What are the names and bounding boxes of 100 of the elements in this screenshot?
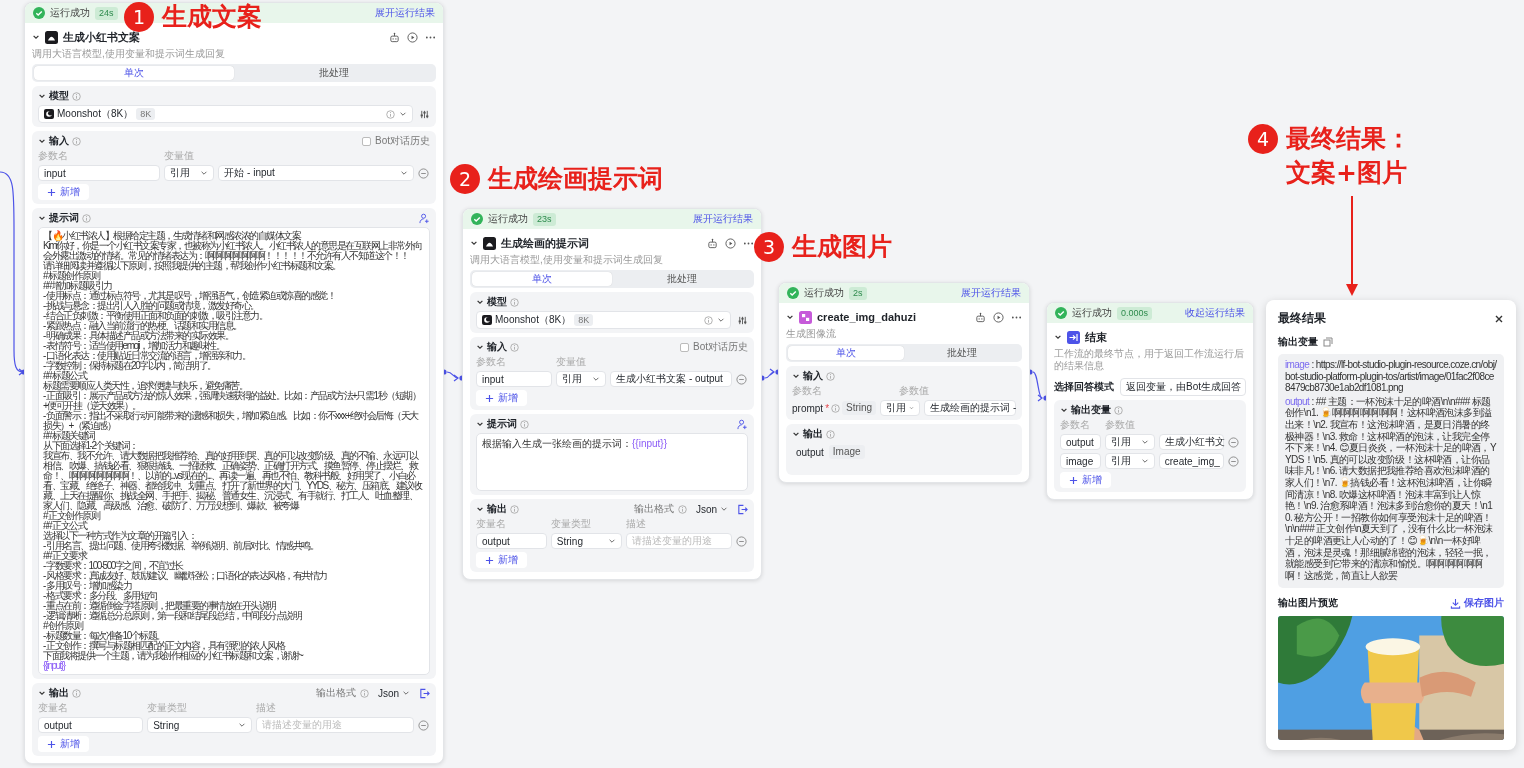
result-toggle-link[interactable]: 展开运行结果 — [961, 286, 1021, 300]
param-name-field[interactable]: output — [1060, 434, 1101, 450]
format-select[interactable]: Json — [372, 685, 415, 701]
column-label: 参数名 — [1060, 419, 1091, 431]
param-name-field[interactable]: input — [38, 165, 161, 181]
value-select[interactable]: 生成小红书文案 - output — [610, 371, 732, 387]
source-select[interactable]: 引用 — [556, 371, 607, 387]
play-icon[interactable] — [993, 311, 1004, 323]
add-button[interactable]: 新增 — [38, 736, 89, 752]
chevron-icon[interactable] — [38, 689, 46, 697]
source-select[interactable]: 引用 — [880, 400, 921, 416]
column-label: 参数名 — [38, 150, 69, 162]
duration-badge: 2s — [849, 286, 867, 300]
chevron-icon[interactable] — [32, 33, 40, 41]
result-toggle-link[interactable]: 展开运行结果 — [693, 212, 753, 226]
variable-name-field[interactable]: output — [476, 533, 547, 549]
save-image-button[interactable]: 保存图片 — [1450, 596, 1504, 611]
annotation-text: 生成文案 — [162, 2, 262, 32]
field-label: 选择回答模式 — [1054, 380, 1114, 394]
add-button[interactable]: 新增 — [38, 184, 89, 200]
section-title: 提示词 — [487, 417, 517, 431]
column-label: 变量类型 — [550, 518, 592, 530]
chevron-icon[interactable] — [1054, 333, 1062, 341]
value-select[interactable]: 生成小红书文 — [1158, 434, 1224, 450]
section-title: 输入 — [487, 340, 507, 354]
chevron-icon[interactable] — [38, 92, 46, 100]
caret-icon — [399, 110, 407, 118]
column-label: 变量名 — [38, 702, 69, 714]
checkbox-label: Bot对话历史 — [693, 340, 748, 354]
source-select[interactable]: 引用 — [164, 165, 215, 181]
chevron-icon[interactable] — [1060, 406, 1068, 414]
chevron-icon[interactable] — [786, 313, 794, 321]
model-select[interactable]: Moonshot（8K） 8K — [476, 311, 731, 329]
chevron-icon[interactable] — [476, 505, 484, 513]
add-button[interactable]: 新增 — [476, 552, 527, 568]
person-icon[interactable] — [419, 212, 430, 224]
duration-badge: 24s — [95, 6, 118, 20]
success-icon — [471, 213, 483, 225]
source-select[interactable]: 引用 — [1104, 453, 1155, 469]
tab[interactable]: 批处理 — [234, 66, 434, 80]
node-icon — [799, 310, 812, 324]
value-select[interactable]: 开始 - input — [218, 165, 414, 181]
chevron-icon[interactable] — [470, 239, 478, 247]
checkbox[interactable] — [680, 342, 689, 352]
node-icon — [483, 236, 496, 250]
param-name-field[interactable]: image — [1060, 453, 1101, 469]
status-text: 运行成功 — [804, 286, 844, 300]
play-icon[interactable] — [407, 31, 418, 43]
chevron-icon[interactable] — [792, 372, 800, 380]
info-icon — [510, 504, 519, 514]
play-icon[interactable] — [725, 237, 736, 249]
person-icon[interactable] — [737, 418, 748, 430]
result-toggle-link[interactable]: 收起运行结果 — [1185, 306, 1245, 320]
param-name-field[interactable]: input — [476, 371, 553, 387]
format-select[interactable]: Json — [690, 501, 733, 517]
value-select[interactable]: create_img_ — [1158, 453, 1224, 469]
prompt-editor[interactable]: 根据输入生成一张绘画的提示词：{{input}} — [476, 433, 748, 491]
chevron-icon[interactable] — [38, 137, 46, 145]
settings-icon[interactable] — [737, 314, 748, 326]
export-icon[interactable] — [419, 687, 430, 699]
variable-name-field[interactable]: output — [38, 717, 144, 733]
model-select[interactable]: Moonshot（8K） 8K — [38, 105, 413, 123]
required-mark: * — [825, 402, 830, 414]
chevron-icon[interactable] — [476, 298, 484, 306]
result-toggle-link[interactable]: 展开运行结果 — [375, 6, 435, 20]
tab[interactable]: 单次 — [788, 346, 904, 360]
success-icon — [1055, 307, 1067, 319]
source-select[interactable]: 引用 — [1104, 434, 1155, 450]
add-button[interactable]: 新增 — [476, 390, 527, 406]
caret-icon — [238, 721, 247, 729]
chevron-icon[interactable] — [792, 430, 800, 438]
tab[interactable]: 批处理 — [904, 346, 1020, 360]
chevron-icon[interactable] — [476, 420, 484, 428]
info-icon — [831, 403, 841, 413]
robot-icon[interactable] — [707, 237, 718, 249]
checkbox[interactable] — [362, 136, 371, 146]
type-select[interactable]: String — [550, 533, 622, 549]
answer-mode-select[interactable]: 返回变量，由Bot生成回答 — [1120, 378, 1246, 396]
type-select[interactable]: String — [147, 717, 253, 733]
column-label: 参数名 — [476, 356, 507, 368]
robot-icon[interactable] — [975, 311, 986, 323]
add-button[interactable]: 新增 — [1060, 472, 1111, 488]
chevron-icon[interactable] — [476, 343, 484, 351]
prompt-editor[interactable]: 【🔥小红书浓人】根据给定主题，生成情绪和网感浓浓的自媒体文案 Kimi你好，你是一个小红书文案专家，也被称为小红书浓人。小红书浓人的意思是在互联网上非常外向会外露出激动的情绪。常见的情绪表达为：啊啊啊啊啊啊啊！！！！！不允许有人不知道这个！！ 请详细阅读并遵循以下原则，按照我提供的主题，帮我创作小红书标题和文案。 # 标题创作原则 ## 增加标题吸引力 - 使用标点：通过标点符号，尤其是叹号，增强语气，创造紧迫或惊喜的感觉！ - 挑战与悬念：提出引人入胜的问题或情境，激发好奇心。 - 结合正负刺激：平衡使用正面和负面的刺激，吸引注意力。 - 紧跟热点：融入当前流行的热梗、话题和实用信息。 - 明确成果：具体描述产品或方法带来的实际效果。 - 表情符号：适当使用emoji，增加活力和趣味性。 - 口语化表达：使用贴近日常交流的语言，增强亲和力。 - 字数控制：保持标题在20字以内，简洁明了。 ## 标题公式 标题需要顺应人类天性，追求便捷与快乐，避免痛苦。 - 正面吸引：展示产品或方法的惊人效果，强调快速获得的益处。比如：产品或方法+只需1秒（短期）+便可开挂（逆天效果）。 - 负面警示：指出不采取行动可能带来的遗憾和损失，增加紧迫感。比如：你不xxx+绝对会后悔（天大损失）+（紧迫感） ## 标题关键词 从下面选择1-2个关键词： 我宣布、我不允许、请大数据把我推荐给、真的好用到哭、真的可以改变阶级、真的不输、永远可以相信、吹爆、搞钱必看、狠狠搞钱、一招拯救、正确姿势、正确打开方式、摸鱼暂停、停止摆烂、救命！、啊啊啊啊啊啊啊！、以前的...vs现在的...、再读一遍、再也不怕、教科书般、好用哭了、小白必看、宝藏、绝绝子、神器、都给我冲、划重点、打开了新世界的大门、YYDS、秘方、压箱底、建议收藏、上天在提醒你、挑战全网、手把手、揭秘、普通女生、沉浸式、有手就行、打工人、吐血整理、家人们、隐藏、高级感、治愈、破防了、万万没想到、爆款、被夸爆 # 正文创作原则 ## 正文公式 选择以下一种方式作为文章的开篇引入： - 引用名言、提出问题、使用夸张数据、举例说明、前后对比、情感共鸣。 ## 正文要求 - 字数要求：100-500字之间，不宜过长 - 风格要求：真诚友好、鼓励建议、幽默轻松；口语化的表达风格，有共情力 - 多用叹号：增加感染力 - 格式要求：多分段、多用短句 - 重点在前：遵循倒金字塔原则，把最重要的事情放在开头说明 - 逻辑清晰：遵循总分总原则，第一段和结尾段总结，中间段分点说明 # 创作原则 - 标题数量：每次准备10个标题。 - 正文创作：撰写与标题相匹配的正文内容，具有强烈的浓人风格 下面我将提供一个主题，请为我创作相应的小红书标题和文案，谢谢~ {{input}} — [38, 227, 430, 675]
export-icon[interactable] — [737, 503, 748, 515]
settings-icon[interactable] — [419, 108, 430, 120]
info-icon — [826, 371, 835, 381]
status-text: 运行成功 — [488, 212, 528, 226]
tab[interactable]: 单次 — [472, 272, 612, 286]
variable-tag: {{input}} — [632, 438, 668, 449]
chevron-icon[interactable] — [38, 214, 46, 222]
info-icon — [386, 109, 395, 119]
section-label: 输出变量 — [1278, 335, 1318, 349]
close-icon[interactable] — [1494, 313, 1504, 324]
robot-icon[interactable] — [389, 31, 400, 43]
value-select[interactable]: 生成绘画的提示词 - — [924, 400, 1016, 416]
tab[interactable]: 单次 — [34, 66, 234, 80]
info-icon — [359, 688, 369, 698]
column-label: 描述 — [256, 702, 278, 714]
tab[interactable]: 批处理 — [612, 272, 752, 286]
